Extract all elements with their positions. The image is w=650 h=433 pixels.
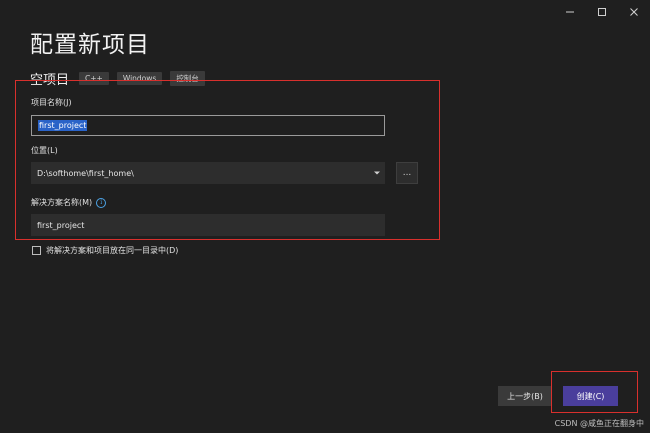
watermark: CSDN @咸鱼正在翻身中 bbox=[554, 419, 644, 428]
same-dir-checkbox[interactable] bbox=[32, 246, 41, 255]
maximize-icon bbox=[598, 8, 606, 16]
solution-name-label: 解决方案名称(M) bbox=[31, 198, 93, 207]
browse-button[interactable]: ... bbox=[396, 162, 418, 184]
back-button-label: 上一步(B) bbox=[507, 391, 543, 401]
solution-name-input[interactable]: first_project bbox=[31, 214, 385, 236]
dialog-window: 配置新项目 空项目 C++ Windows 控制台 项目名称(J) first_… bbox=[0, 0, 650, 433]
project-name-input[interactable]: first_project bbox=[31, 115, 385, 136]
close-button[interactable] bbox=[618, 0, 650, 24]
create-button[interactable]: 创建(C) bbox=[563, 386, 618, 406]
browse-label: ... bbox=[402, 168, 412, 178]
create-button-label: 创建(C) bbox=[576, 391, 605, 401]
solution-name-value: first_project bbox=[37, 220, 85, 230]
window-controls bbox=[554, 0, 650, 24]
same-dir-checkbox-label: 将解决方案和项目放在同一目录中(D) bbox=[46, 246, 179, 255]
solution-name-label-row: 解决方案名称(M) i bbox=[31, 197, 107, 208]
same-dir-checkbox-row[interactable]: 将解决方案和项目放在同一目录中(D) bbox=[32, 245, 178, 256]
close-icon bbox=[630, 8, 638, 16]
minimize-button[interactable] bbox=[554, 0, 586, 24]
minimize-icon bbox=[566, 11, 574, 13]
back-button[interactable]: 上一步(B) bbox=[498, 386, 552, 406]
project-name-label: 项目名称(J) bbox=[31, 98, 72, 107]
location-value: D:\softhome\first_home\ bbox=[37, 168, 134, 178]
chevron-down-icon bbox=[374, 171, 380, 175]
page-title: 配置新项目 bbox=[30, 32, 150, 58]
project-name-value: first_project bbox=[38, 120, 88, 131]
info-icon[interactable]: i bbox=[96, 197, 107, 208]
location-dropdown[interactable]: D:\softhome\first_home\ bbox=[31, 162, 385, 184]
maximize-button[interactable] bbox=[586, 0, 618, 24]
location-label: 位置(L) bbox=[31, 146, 58, 155]
